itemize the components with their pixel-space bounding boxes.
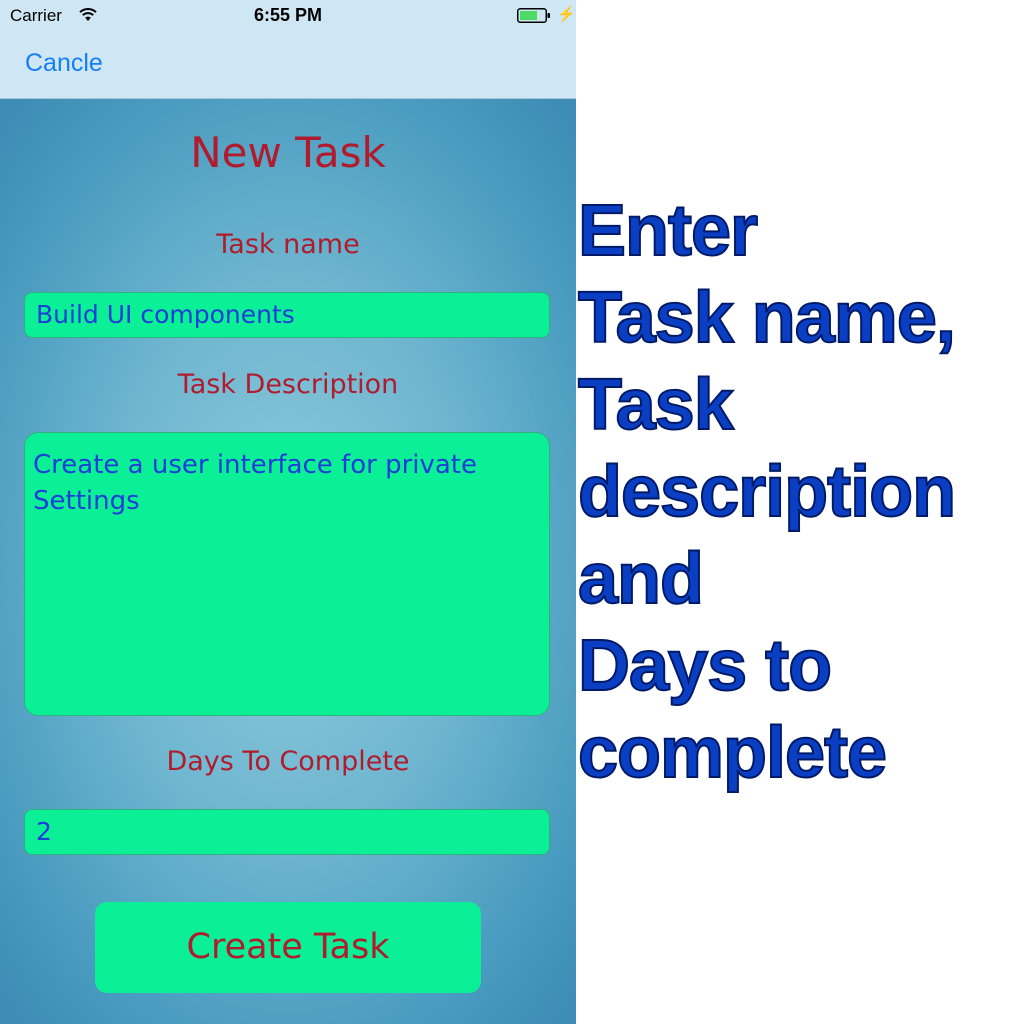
task-description-textarea[interactable]: Create a user interface for private Sett… [24, 432, 550, 716]
caption-line: and [577, 538, 705, 620]
caption-line: Task name, [577, 277, 957, 359]
caption-line: complete [577, 712, 888, 794]
caption-line: Days to [577, 625, 833, 707]
caption-line: Enter [577, 190, 759, 272]
page-title: New Task [190, 128, 386, 177]
phone-screen: Carrier 6:55 PM ⚡ Cancle New Task Task n… [0, 0, 576, 1024]
create-task-button[interactable]: Create Task [95, 902, 481, 993]
caption-line: Task [577, 364, 735, 446]
clock: 6:55 PM [253, 5, 323, 25]
canvas: Carrier 6:55 PM ⚡ Cancle New Task Task n… [0, 0, 1024, 1024]
task-name-field[interactable]: Build UI components [24, 292, 550, 338]
battery-icon [517, 8, 550, 23]
days-to-complete-label: Days To Complete [166, 746, 410, 777]
charging-bolt-icon: ⚡ [557, 6, 576, 23]
task-name-label: Task name [216, 229, 360, 260]
task-description-label: Task Description [177, 369, 399, 400]
navigation-bar: Cancle [0, 32, 576, 99]
caption-line: description [577, 451, 957, 533]
days-to-complete-field[interactable]: 2 [24, 809, 550, 855]
status-bar: Carrier 6:55 PM ⚡ [0, 0, 576, 32]
cancel-button[interactable]: Cancle [25, 49, 103, 78]
instruction-caption: Enter Task name, Task description and Da… [577, 188, 1024, 797]
